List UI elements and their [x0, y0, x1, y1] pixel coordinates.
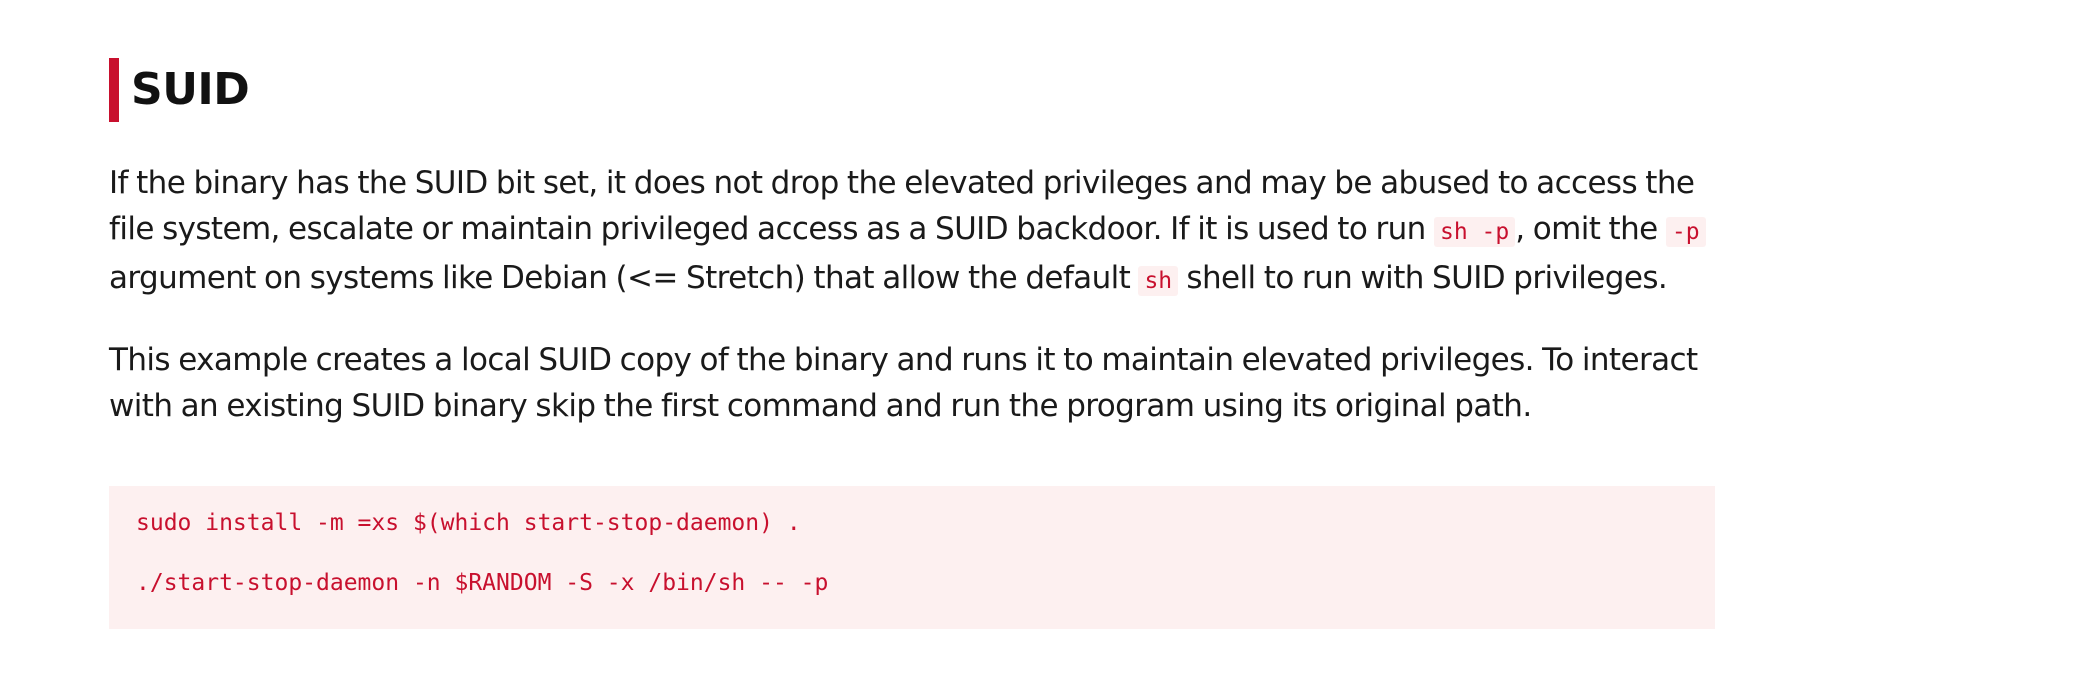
- paragraph-text: , omit the: [1515, 211, 1666, 247]
- paragraph-text: argument on systems like Debian (<= Stre…: [109, 260, 1139, 296]
- inline-code-sh: sh: [1138, 266, 1179, 296]
- suid-example-paragraph: This example creates a local SUID copy o…: [109, 342, 1698, 424]
- paragraph-text: shell to run with SUID privileges.: [1178, 260, 1668, 296]
- code-line-install[interactable]: sudo install -m =xs $(which start-stop-d…: [136, 508, 1688, 538]
- inline-code-p-flag: -p: [1665, 217, 1706, 247]
- inline-code-sh-p: sh -p: [1433, 217, 1516, 247]
- suid-description-paragraph: If the binary has the SUID bit set, it d…: [109, 160, 1715, 304]
- section-title: SUID: [109, 58, 1715, 122]
- code-block[interactable]: sudo install -m =xs $(which start-stop-d…: [109, 486, 1715, 629]
- code-line-run[interactable]: ./start-stop-daemon -n $RANDOM -S -x /bi…: [136, 568, 1688, 598]
- suid-section: SUID If the binary has the SUID bit set,…: [109, 58, 1715, 629]
